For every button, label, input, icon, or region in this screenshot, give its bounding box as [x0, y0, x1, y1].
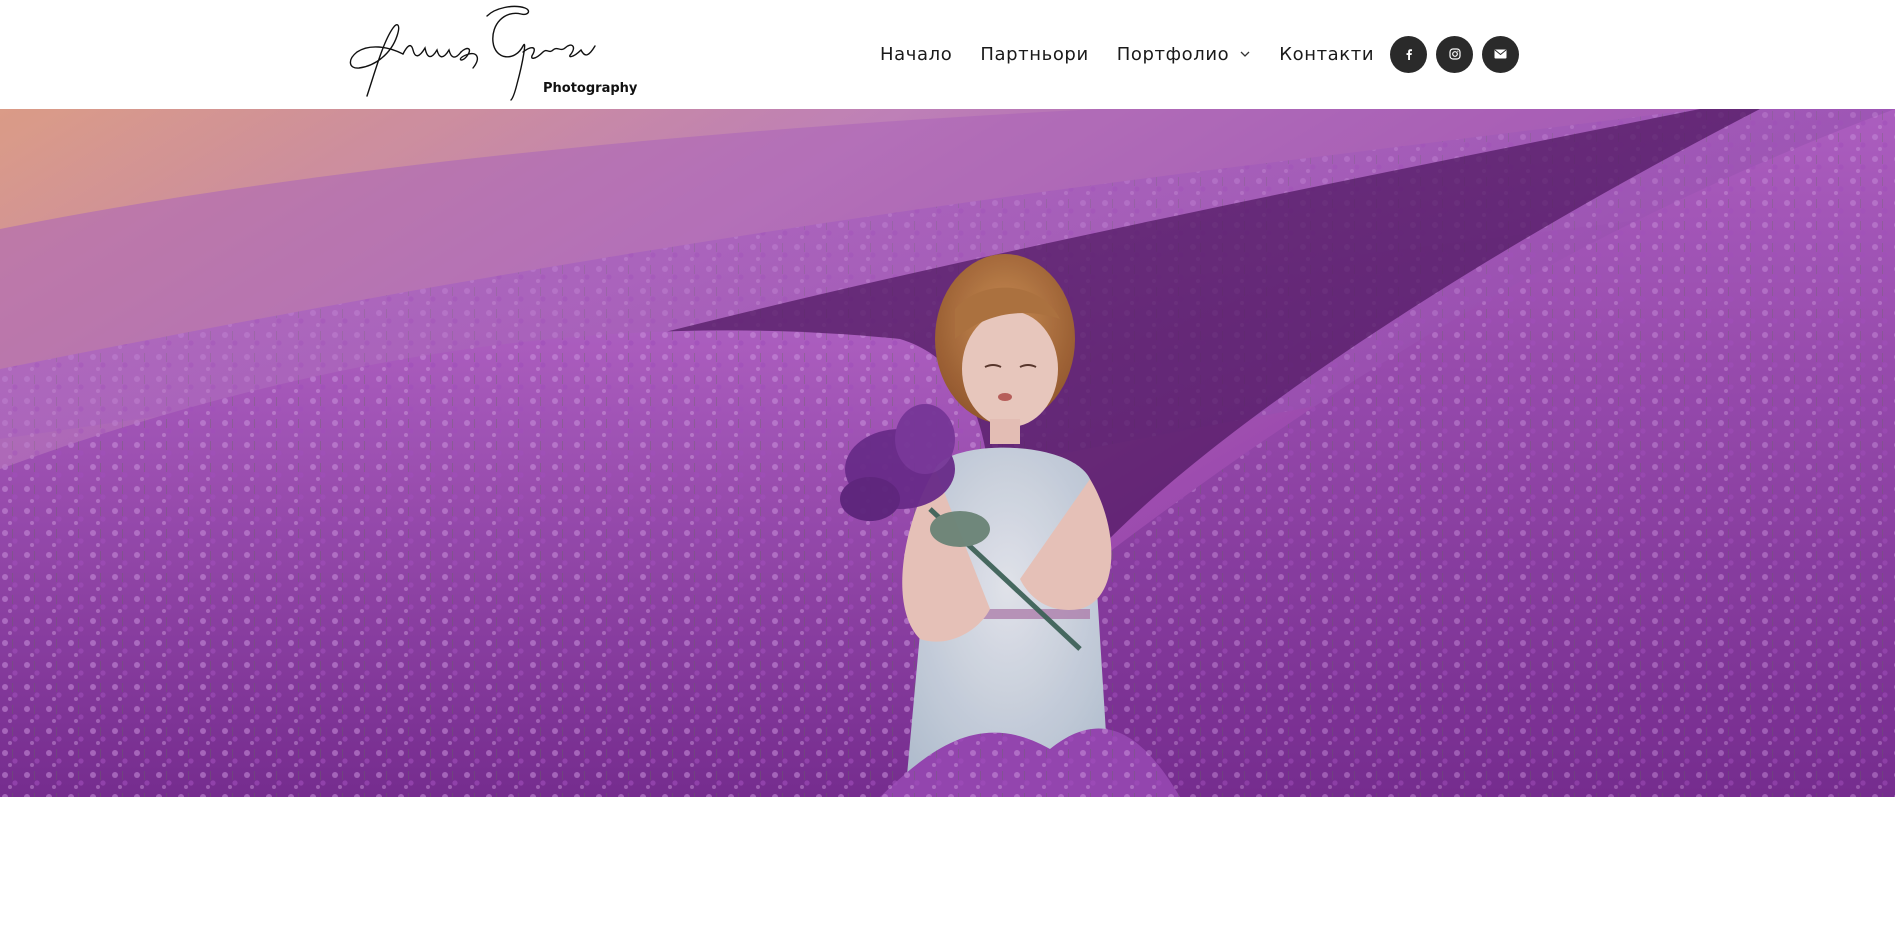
nav-item-home[interactable]: Начало — [880, 44, 952, 65]
social-links — [1390, 35, 1520, 73]
nav-item-label: Контакти — [1279, 43, 1375, 65]
nav-item-portfolio[interactable]: Портфолио — [1117, 44, 1251, 65]
chevron-down-icon — [1239, 48, 1251, 60]
instagram-button[interactable] — [1436, 35, 1474, 73]
site-logo[interactable]: Photography — [345, 2, 645, 104]
hero-image-lavender-field — [0, 109, 1895, 797]
facebook-icon — [1406, 49, 1412, 60]
logo-tagline: Photography — [543, 81, 638, 96]
nav-item-partners[interactable]: Партньори — [980, 44, 1088, 65]
hero-banner — [0, 109, 1895, 797]
nav-item-contacts[interactable]: Контакти — [1279, 44, 1374, 65]
facebook-button[interactable] — [1390, 35, 1428, 73]
envelope-icon — [1494, 49, 1507, 59]
site-header: Photography Начало Партньори Портфолио К… — [0, 0, 1895, 109]
page-body-blank — [0, 797, 1895, 947]
nav-item-label: Портфолио — [1116, 43, 1230, 65]
signature-logo-image: Photography — [349, 5, 638, 101]
main-nav: Начало Партньори Портфолио Контакти — [880, 34, 1520, 74]
instagram-icon — [1449, 48, 1461, 60]
email-button[interactable] — [1482, 35, 1520, 73]
nav-item-label: Начало — [880, 43, 953, 65]
nav-item-label: Партньори — [980, 43, 1089, 65]
